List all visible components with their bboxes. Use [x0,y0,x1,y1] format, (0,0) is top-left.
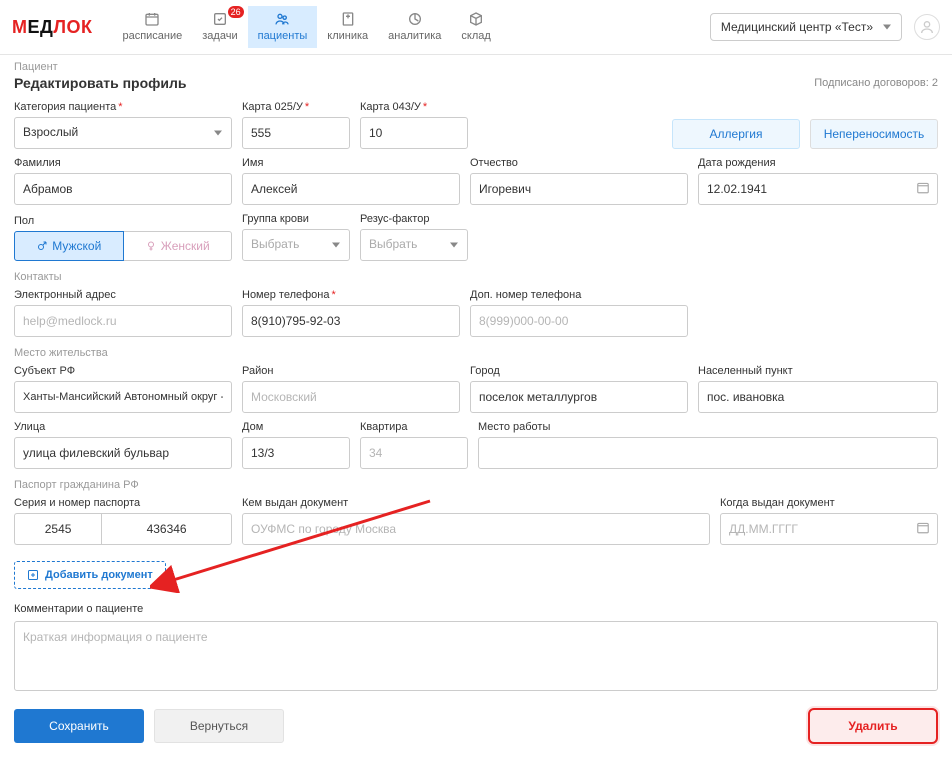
passport-issuer-input[interactable] [242,513,710,545]
nav-tasks[interactable]: 26 задачи [192,6,247,48]
label-work: Место работы [478,421,938,433]
district-input[interactable] [242,381,460,413]
label-passport-issuer: Кем выдан документ [242,497,710,509]
label-settlement: Населенный пункт [698,365,938,377]
signed-count: Подписано договоров: 2 [814,77,938,89]
label-passport-date: Когда выдан документ [720,497,938,509]
label-passport-sn: Серия и номер паспорта [14,497,232,509]
patronymic-input[interactable] [470,173,688,205]
tasks-icon [211,10,229,28]
nav-warehouse[interactable]: склад [451,6,500,48]
passport-date-input[interactable] [720,513,938,545]
card043-input[interactable] [360,117,468,149]
label-street: Улица [14,421,232,433]
label-card025: Карта 025/У* [242,101,350,113]
label-phone2: Доп. номер телефона [470,289,688,301]
region-input[interactable] [14,381,232,413]
plus-icon [27,569,39,581]
patients-icon [273,10,291,28]
tasks-badge: 26 [228,6,244,18]
passport-number-input[interactable] [101,513,232,545]
intolerance-button[interactable]: Непереносимость [810,119,938,149]
nav-patients[interactable]: пациенты [248,6,318,48]
app-logo: MЕДЛОК [12,17,92,38]
add-document-button[interactable]: Добавить документ [14,561,166,589]
label-rh: Резус-фактор [360,213,468,225]
label-phone: Номер телефона* [242,289,460,301]
breadcrumb: Пациент [0,55,952,73]
work-input[interactable] [478,437,938,469]
comments-textarea[interactable] [14,621,938,691]
user-avatar[interactable] [914,14,940,40]
label-house: Дом [242,421,350,433]
box-icon [467,10,485,28]
gender-male-button[interactable]: Мужской [14,231,124,261]
label-district: Район [242,365,460,377]
label-patronymic: Отчество [470,157,688,169]
label-apt: Квартира [360,421,468,433]
phone-input[interactable] [242,305,460,337]
page-title: Редактировать профиль [14,75,187,91]
section-passport: Паспорт гражданина РФ [14,479,938,491]
category-select[interactable]: Взрослый [14,117,232,149]
top-nav: расписание 26 задачи пациенты клиника ан… [112,6,500,48]
label-gender: Пол [14,215,232,227]
blood-select[interactable]: Выбрать [242,229,350,261]
label-comments: Комментарии о пациенте [14,603,938,615]
phone2-input[interactable] [470,305,688,337]
back-button[interactable]: Вернуться [154,709,284,743]
label-category: Категория пациента* [14,101,232,113]
birthdate-input[interactable] [698,173,938,205]
street-input[interactable] [14,437,232,469]
rh-select[interactable]: Выбрать [360,229,468,261]
settlement-input[interactable] [698,381,938,413]
email-input[interactable] [14,305,232,337]
apt-input[interactable] [360,437,468,469]
nav-clinic[interactable]: клиника [317,6,378,48]
nav-analytics[interactable]: аналитика [378,6,451,48]
gender-female-button[interactable]: Женский [124,231,233,261]
label-card043: Карта 043/У* [360,101,468,113]
label-lastname: Фамилия [14,157,232,169]
lastname-input[interactable] [14,173,232,205]
label-firstname: Имя [242,157,460,169]
house-input[interactable] [242,437,350,469]
label-blood: Группа крови [242,213,350,225]
section-contacts: Контакты [14,271,938,283]
label-birthdate: Дата рождения [698,157,938,169]
allergy-button[interactable]: Аллергия [672,119,800,149]
section-residence: Место жительства [14,347,938,359]
save-button[interactable]: Сохранить [14,709,144,743]
firstname-input[interactable] [242,173,460,205]
center-select[interactable]: Медицинский центр «Тест» [710,13,902,41]
clinic-icon [339,10,357,28]
nav-schedule[interactable]: расписание [112,6,192,48]
calendar-icon [143,10,161,28]
label-email: Электронный адрес [14,289,232,301]
city-input[interactable] [470,381,688,413]
label-region: Субъект РФ [14,365,232,377]
label-city: Город [470,365,688,377]
card025-input[interactable] [242,117,350,149]
analytics-icon [406,10,424,28]
passport-series-input[interactable] [14,513,101,545]
